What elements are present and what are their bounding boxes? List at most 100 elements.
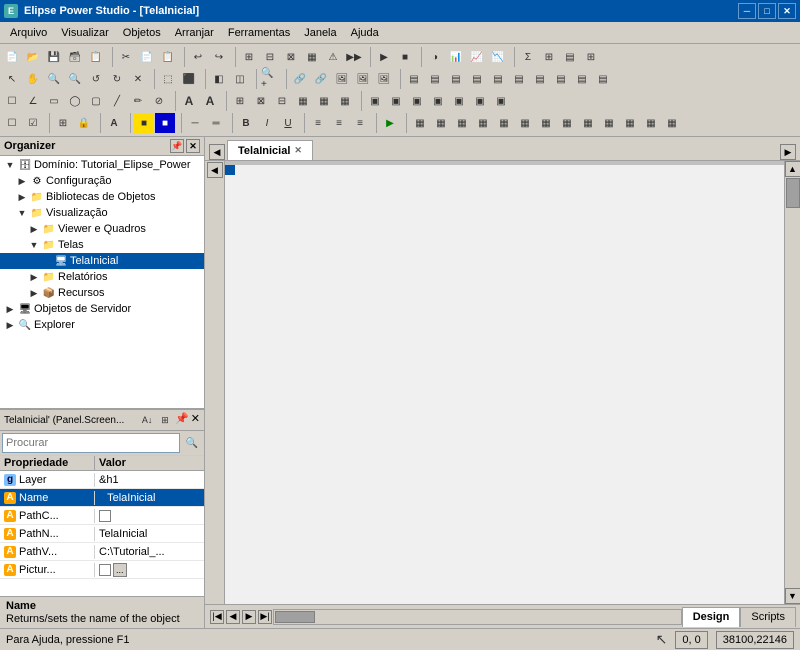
tb-btn-f8[interactable]: ▤ bbox=[551, 69, 571, 89]
pointer-button[interactable]: ↖ bbox=[2, 69, 22, 89]
tb-draw-line[interactable]: ╱ bbox=[107, 91, 127, 111]
tb-align-left[interactable]: ≡ bbox=[308, 113, 328, 133]
close-button[interactable]: ✕ bbox=[778, 3, 796, 19]
tree-item-telas[interactable]: ▼ 📁 Telas bbox=[0, 237, 204, 253]
tb-btn-pie[interactable]: ◑ bbox=[425, 47, 445, 67]
tb-btn-rot2[interactable]: ↻ bbox=[107, 69, 127, 89]
tb-btn-f1[interactable]: ▤ bbox=[404, 69, 424, 89]
tb-draw-A[interactable]: A bbox=[179, 91, 199, 111]
zoom-out-button[interactable]: 🔍 bbox=[65, 69, 85, 89]
tb-draw-eraser[interactable]: ⊘ bbox=[149, 91, 169, 111]
tb-draw-angle[interactable]: ∠ bbox=[23, 91, 43, 111]
tb-btn-stop[interactable]: ■ bbox=[395, 47, 415, 67]
tb-btn-5[interactable]: 📋 bbox=[86, 47, 106, 67]
tb-btn-copy3[interactable]: ⬛ bbox=[179, 69, 199, 89]
tb-btn-f6[interactable]: ▤ bbox=[509, 69, 529, 89]
tb-draw-round[interactable]: ▢ bbox=[86, 91, 106, 111]
tb-underline[interactable]: U bbox=[278, 113, 298, 133]
save-button[interactable]: 💾 bbox=[44, 47, 64, 67]
tb-d6[interactable]: ▦ bbox=[515, 113, 535, 133]
prop-row-layer[interactable]: g Layer &h1 bbox=[0, 471, 204, 489]
tb-draw-A2[interactable]: A bbox=[200, 91, 220, 111]
tb-italic[interactable]: I bbox=[257, 113, 277, 133]
canvas-inner[interactable] bbox=[225, 165, 784, 604]
checkbox-pathc[interactable] bbox=[99, 510, 111, 522]
tree-item-explorer[interactable]: ▶ 🔍 Explorer bbox=[0, 317, 204, 333]
tree-item-viewers[interactable]: ▶ 📁 Viewer e Quadros bbox=[0, 221, 204, 237]
tree-item-config[interactable]: ▶ ⚙ Configuração bbox=[0, 173, 204, 189]
h-scroll-last-button[interactable]: ▶| bbox=[258, 610, 272, 624]
h-scroll-prev-button[interactable]: ◀ bbox=[226, 610, 240, 624]
tab-design[interactable]: Design bbox=[682, 607, 741, 627]
props-pin-button[interactable]: 📌 bbox=[175, 412, 189, 428]
tb-draw-b1[interactable]: ⊞ bbox=[230, 91, 250, 111]
props-sort-cat-button[interactable]: ⊞ bbox=[157, 412, 173, 428]
tb-btn-f9[interactable]: ▤ bbox=[572, 69, 592, 89]
hand-button[interactable]: ✋ bbox=[23, 69, 43, 89]
tb-btn-g2[interactable]: ⊟ bbox=[260, 47, 280, 67]
vertical-scrollbar[interactable]: ▲ ▼ bbox=[784, 161, 800, 604]
maximize-button[interactable]: □ bbox=[758, 3, 776, 19]
tb-draw-c2[interactable]: ▣ bbox=[386, 91, 406, 111]
tb-draw-c3[interactable]: ▣ bbox=[407, 91, 427, 111]
zoom-in-btn[interactable]: 🔍+ bbox=[260, 69, 280, 89]
tb-btn-bar[interactable]: 📊 bbox=[446, 47, 466, 67]
tb-btn-img3[interactable]: 🖼 bbox=[374, 69, 394, 89]
tb-d4[interactable]: ▦ bbox=[473, 113, 493, 133]
tb-btn-f10[interactable]: ▤ bbox=[593, 69, 613, 89]
tb-btn-sum[interactable]: Σ bbox=[518, 47, 538, 67]
tb-color-border[interactable]: ■ bbox=[155, 113, 175, 133]
tree-item-relatorios[interactable]: ▶ 📁 Relatórios bbox=[0, 269, 204, 285]
picture-browse-button[interactable]: ... bbox=[113, 563, 127, 577]
tb-btn-f7[interactable]: ▤ bbox=[530, 69, 550, 89]
tb-btn-al[interactable]: ◧ bbox=[209, 69, 229, 89]
tb-btn-lnk2[interactable]: 🔗 bbox=[311, 69, 331, 89]
props-sort-alpha-button[interactable]: A↓ bbox=[139, 412, 155, 428]
tb-btn-lnk[interactable]: 🔗 bbox=[290, 69, 310, 89]
organizer-pin-button[interactable]: 📌 bbox=[170, 139, 184, 153]
tb-btn-warn[interactable]: ⚠ bbox=[323, 47, 343, 67]
menu-item-arquivo[interactable]: Arquivo bbox=[4, 25, 53, 41]
tb-draw-c6[interactable]: ▣ bbox=[470, 91, 490, 111]
tb-btn-x[interactable]: ✕ bbox=[128, 69, 148, 89]
menu-item-ferramentas[interactable]: Ferramentas bbox=[222, 25, 296, 41]
tb-draw-b3[interactable]: ⊟ bbox=[272, 91, 292, 111]
tb-btn-f5[interactable]: ▤ bbox=[488, 69, 508, 89]
tb-d11[interactable]: ▦ bbox=[620, 113, 640, 133]
menu-item-ajuda[interactable]: Ajuda bbox=[345, 25, 385, 41]
tb-draw-b5[interactable]: ▦ bbox=[314, 91, 334, 111]
tab-nav-right-button[interactable]: ▶ bbox=[780, 144, 796, 160]
tree-item-libs[interactable]: ▶ 📁 Bibliotecas de Objetos bbox=[0, 189, 204, 205]
tb-draw-c1[interactable]: ▣ bbox=[365, 91, 385, 111]
prop-row-pathv[interactable]: A PathV... C:\Tutorial_... bbox=[0, 543, 204, 561]
horizontal-scrollbar[interactable] bbox=[273, 609, 682, 625]
menu-item-objetos[interactable]: Objetos bbox=[117, 25, 167, 41]
prop-row-name[interactable]: A Name ♦ TelaInicial bbox=[0, 489, 204, 507]
tb-btn-t4[interactable]: ▤ bbox=[560, 47, 580, 67]
tb-draw-c5[interactable]: ▣ bbox=[449, 91, 469, 111]
scroll-thumb[interactable] bbox=[786, 178, 800, 208]
tb-d13[interactable]: ▦ bbox=[662, 113, 682, 133]
canvas-area[interactable]: ◀ ▲ ▼ bbox=[205, 161, 800, 604]
tb-border-style[interactable]: ═ bbox=[206, 113, 226, 133]
tb-d10[interactable]: ▦ bbox=[599, 113, 619, 133]
tb-draw-pencil[interactable]: ✏ bbox=[128, 91, 148, 111]
cut-button[interactable]: ✂ bbox=[116, 47, 136, 67]
tb-grid-btn[interactable]: ⊞ bbox=[53, 113, 73, 133]
tab-nav-left-button[interactable]: ◀ bbox=[209, 144, 225, 160]
tb-lock-btn[interactable]: 🔒 bbox=[74, 113, 94, 133]
tb-draw-b6[interactable]: ▦ bbox=[335, 91, 355, 111]
minimize-button[interactable]: ─ bbox=[738, 3, 756, 19]
prop-row-picture[interactable]: A Pictur... ... bbox=[0, 561, 204, 579]
tree-item-telainicial[interactable]: 🖥 TelaInicial bbox=[0, 253, 204, 269]
tb-btn-g4[interactable]: ▦ bbox=[302, 47, 322, 67]
tb-draw-b2[interactable]: ⊠ bbox=[251, 91, 271, 111]
tb-d8[interactable]: ▦ bbox=[557, 113, 577, 133]
tb-btn-run[interactable]: ▶ bbox=[374, 47, 394, 67]
tb-btn-table[interactable]: ⊞ bbox=[539, 47, 559, 67]
redo-button[interactable]: ↪ bbox=[209, 47, 229, 67]
tb-d9[interactable]: ▦ bbox=[578, 113, 598, 133]
copy-button[interactable]: 📄 bbox=[137, 47, 157, 67]
tree-item-recursos[interactable]: ▶ 📦 Recursos bbox=[0, 285, 204, 301]
tb-btn-t5[interactable]: ⊞ bbox=[581, 47, 601, 67]
